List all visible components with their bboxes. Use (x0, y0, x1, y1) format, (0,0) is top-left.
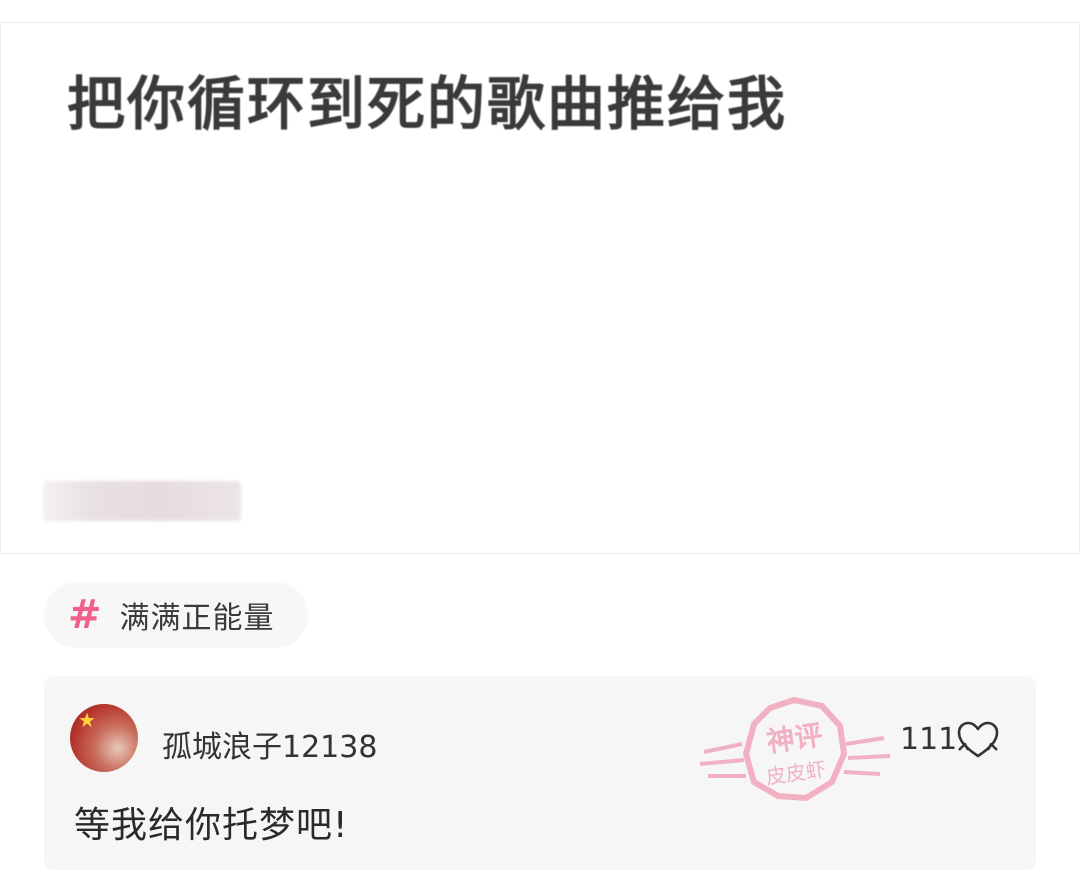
like-count: 111 (900, 722, 958, 757)
post-card[interactable]: 把你循环到死的歌曲推给我 (0, 22, 1080, 554)
top-comment[interactable]: ★ 孤城浪子12138 神评 皮皮虾 111 等我给你托梦吧! (44, 676, 1036, 870)
svg-text:皮皮虾: 皮皮虾 (764, 757, 827, 789)
post-title: 把你循环到死的歌曲推给我 (67, 70, 788, 138)
blurred-caption (43, 481, 241, 521)
shenping-stamp-icon: 神评 皮皮虾 (699, 696, 891, 802)
avatar[interactable]: ★ (70, 704, 138, 772)
star-icon: ★ (78, 708, 96, 732)
svg-text:神评: 神评 (764, 718, 824, 758)
comment-username[interactable]: 孤城浪子12138 (162, 722, 377, 766)
topic-tag-label: 满满正能量 (119, 601, 275, 636)
comment-text: 等我给你托梦吧! (74, 805, 349, 846)
hashtag-icon: # (68, 592, 102, 638)
heart-outline-icon[interactable] (956, 720, 1000, 760)
topic-tag[interactable]: # 满满正能量 (44, 582, 308, 648)
